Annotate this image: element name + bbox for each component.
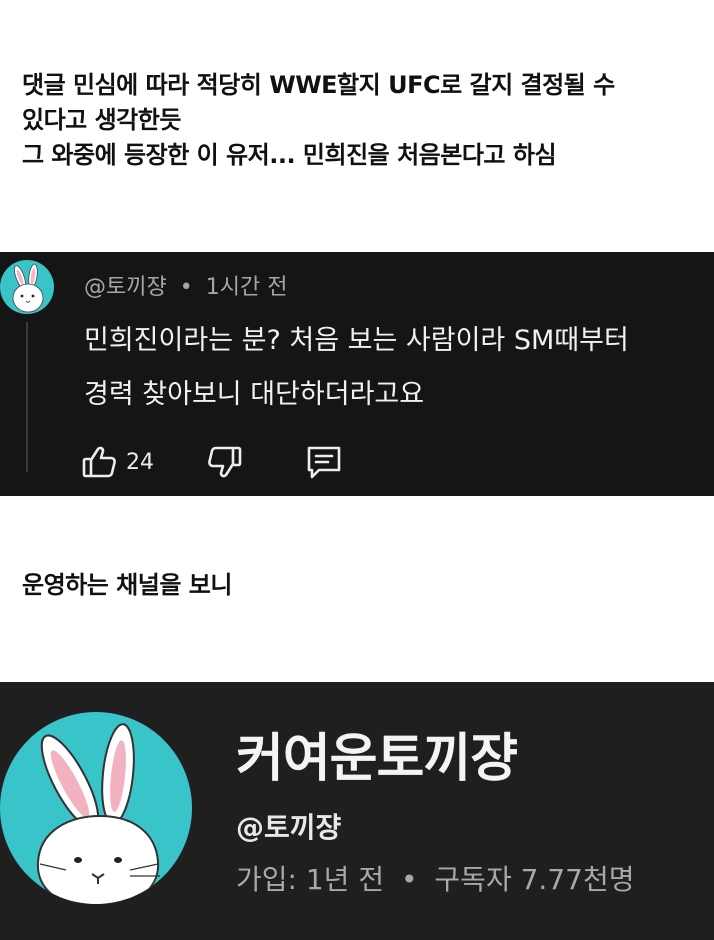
thumbs-up-icon [80, 443, 118, 481]
comment-actions: 24 [80, 440, 344, 484]
comment-line: 경력 찾아보니 대단하더라고요 [84, 379, 425, 410]
caption-line: 그 와중에 등장한 이 유저... 민희진을 처음본다고 하심 [22, 141, 557, 169]
comment-handle[interactable]: @토끼쟝 [84, 275, 167, 300]
comment-reply-icon [304, 442, 344, 482]
joined-date: 가입: 1년 전 [236, 863, 385, 896]
thumbs-down-icon [206, 443, 244, 481]
channel-handle: @토끼쟝 [236, 811, 342, 844]
caption-line: 운영하는 채널을 보니 [22, 571, 232, 599]
stats-separator: • [401, 863, 418, 896]
channel-name: 커여운토끼쟝 [236, 729, 518, 789]
caption-line: 있다고 생각한듯 [22, 106, 181, 134]
meta-separator: • [179, 275, 193, 300]
channel-stats: 가입: 1년 전 • 구독자 7.77천명 [236, 858, 634, 898]
screenshot-page: 댓글 민심에 따라 적당히 WWE할지 UFC로 갈지 결정될 수 있다고 생각… [0, 0, 714, 940]
caption-middle: 운영하는 채널을 보니 [22, 568, 232, 603]
channel-header: 커여운토끼쟝 @토끼쟝 가입: 1년 전 • 구독자 7.77천명 [0, 682, 714, 940]
reply-button[interactable] [304, 442, 344, 482]
caption-line: 댓글 민심에 따라 적당히 WWE할지 UFC로 갈지 결정될 수 [22, 71, 615, 99]
comment-meta: @토끼쟝 • 1시간 전 [84, 269, 287, 301]
comment-body: 민희진이라는 분? 처음 보는 사람이라 SM때부터 경력 찾아보니 대단하더라… [84, 314, 629, 422]
caption-top: 댓글 민심에 따라 적당히 WWE할지 UFC로 갈지 결정될 수 있다고 생각… [22, 68, 615, 173]
rabbit-avatar-icon[interactable] [0, 260, 54, 314]
rabbit-avatar-icon[interactable] [0, 712, 192, 904]
comment-panel: @토끼쟝 • 1시간 전 민희진이라는 분? 처음 보는 사람이라 SM때부터 … [0, 252, 714, 496]
like-button[interactable]: 24 [80, 443, 206, 481]
comment-time: 1시간 전 [205, 275, 288, 300]
subscriber-count: 구독자 7.77천명 [434, 863, 635, 896]
like-count: 24 [126, 449, 154, 475]
comment-line: 민희진이라는 분? 처음 보는 사람이라 SM때부터 [84, 325, 629, 356]
dislike-button[interactable] [206, 443, 244, 481]
thread-line [26, 322, 28, 472]
